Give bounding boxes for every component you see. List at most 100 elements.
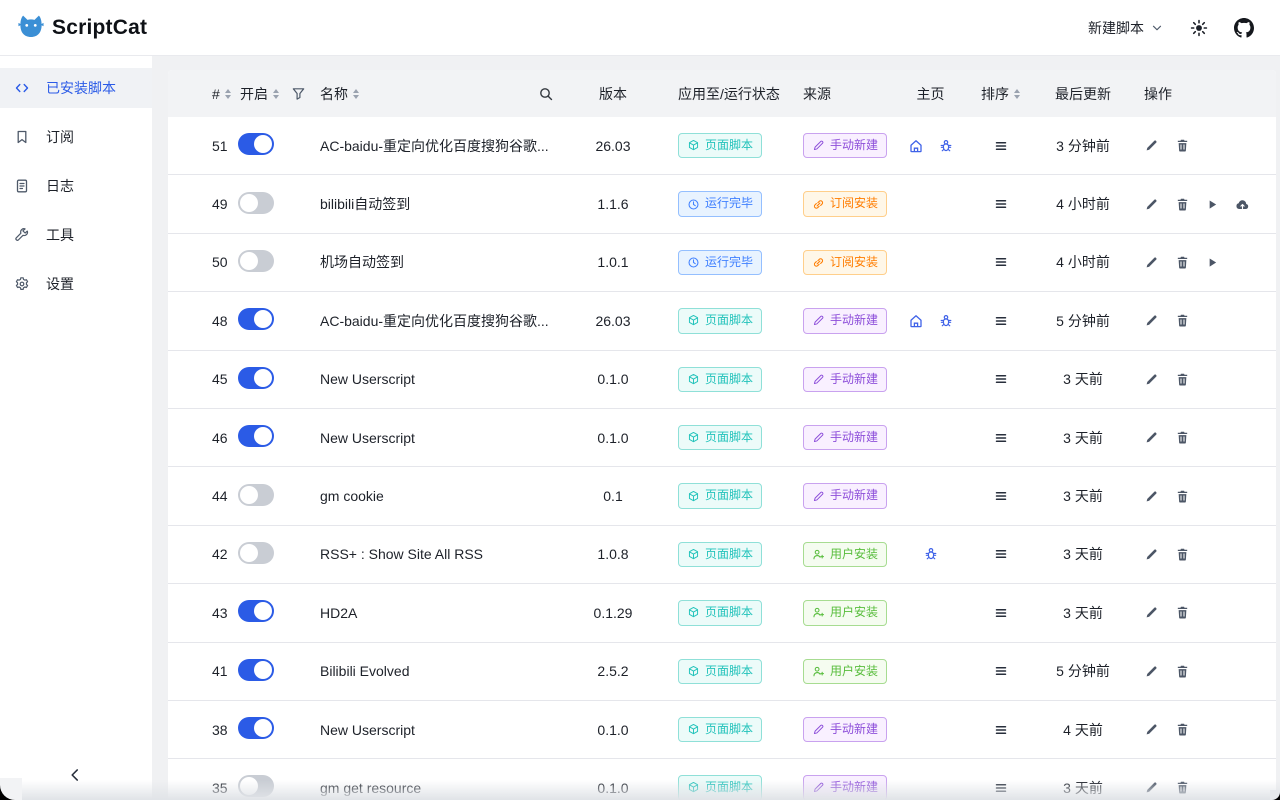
table-header-row: # 开启 名称 版本 应用至/运行状态 来源 主页 排序 最后更新 操作 <box>168 70 1276 117</box>
bug-icon[interactable] <box>938 138 954 154</box>
delete-icon[interactable] <box>1175 430 1190 445</box>
column-header-sort[interactable]: 排序 <box>963 84 1038 104</box>
pencil-icon <box>812 373 825 386</box>
script-name[interactable]: gm cookie <box>320 488 568 504</box>
edit-icon[interactable] <box>1144 313 1159 328</box>
cloud-upload-icon[interactable] <box>1235 197 1250 212</box>
drag-handle-icon[interactable] <box>993 722 1009 738</box>
row-actions <box>1128 722 1276 737</box>
enable-toggle[interactable] <box>238 717 274 739</box>
enable-toggle[interactable] <box>238 308 274 330</box>
delete-icon[interactable] <box>1175 605 1190 620</box>
table-row: 45 New Userscript 0.1.0 页面脚本 手动新建 3 天前 <box>168 351 1276 409</box>
drag-handle-icon[interactable] <box>993 254 1009 270</box>
sidebar-item-subscriptions[interactable]: 订阅 <box>0 117 152 157</box>
drag-handle-icon[interactable] <box>993 546 1009 562</box>
edit-icon[interactable] <box>1144 780 1159 795</box>
drag-handle-icon[interactable] <box>993 371 1009 387</box>
bug-icon[interactable] <box>923 546 939 562</box>
delete-icon[interactable] <box>1175 664 1190 679</box>
sort-carets-icon[interactable] <box>225 89 231 99</box>
drag-handle-icon[interactable] <box>993 430 1009 446</box>
script-version: 26.03 <box>568 138 658 154</box>
delete-icon[interactable] <box>1175 547 1190 562</box>
script-name[interactable]: New Userscript <box>320 371 568 387</box>
edit-icon[interactable] <box>1144 722 1159 737</box>
play-icon[interactable] <box>1206 198 1219 211</box>
app-brand[interactable]: ScriptCat <box>14 11 147 45</box>
script-name[interactable]: Bilibili Evolved <box>320 663 568 679</box>
script-name[interactable]: AC-baidu-重定向优化百度搜狗谷歌... <box>320 136 568 156</box>
edit-icon[interactable] <box>1144 664 1159 679</box>
drag-handle-icon[interactable] <box>993 780 1009 796</box>
enable-toggle[interactable] <box>238 600 274 622</box>
script-name[interactable]: HD2A <box>320 605 568 621</box>
delete-icon[interactable] <box>1175 255 1190 270</box>
home-icon[interactable] <box>908 313 924 329</box>
search-icon[interactable] <box>538 86 554 102</box>
edit-icon[interactable] <box>1144 138 1159 153</box>
delete-icon[interactable] <box>1175 722 1190 737</box>
scripts-table-card: # 开启 名称 版本 应用至/运行状态 来源 主页 排序 最后更新 操作 <box>168 70 1276 800</box>
play-icon[interactable] <box>1206 256 1219 269</box>
column-header-index[interactable]: # <box>168 86 236 102</box>
script-name[interactable]: gm get resource <box>320 780 568 796</box>
edit-icon[interactable] <box>1144 430 1159 445</box>
column-header-enabled[interactable]: 开启 <box>236 84 320 104</box>
github-link[interactable] <box>1234 18 1254 38</box>
script-name[interactable]: 机场自动签到 <box>320 252 568 272</box>
enable-toggle[interactable] <box>238 775 274 797</box>
column-header-name[interactable]: 名称 <box>320 84 568 104</box>
enable-toggle[interactable] <box>238 192 274 214</box>
drag-handle-icon[interactable] <box>993 138 1009 154</box>
sidebar-item-tools[interactable]: 工具 <box>0 215 152 255</box>
delete-icon[interactable] <box>1175 372 1190 387</box>
edit-icon[interactable] <box>1144 489 1159 504</box>
new-script-dropdown[interactable]: 新建脚本 <box>1088 18 1164 38</box>
drag-handle-icon[interactable] <box>993 488 1009 504</box>
enable-toggle[interactable] <box>238 133 274 155</box>
sidebar-item-logs[interactable]: 日志 <box>0 166 152 206</box>
sidebar-item-installed-scripts[interactable]: 已安装脚本 <box>0 68 152 108</box>
script-name[interactable]: RSS+ : Show Site All RSS <box>320 546 568 562</box>
drag-handle-icon[interactable] <box>993 663 1009 679</box>
delete-icon[interactable] <box>1175 780 1190 795</box>
drag-handle-icon[interactable] <box>993 605 1009 621</box>
enable-toggle[interactable] <box>238 542 274 564</box>
status-badge: 运行完毕 <box>678 250 762 275</box>
enable-toggle[interactable] <box>238 367 274 389</box>
enable-toggle[interactable] <box>238 250 274 272</box>
drag-handle-icon[interactable] <box>993 313 1009 329</box>
bug-icon[interactable] <box>938 313 954 329</box>
column-header-homepage: 主页 <box>898 84 963 104</box>
filter-icon[interactable] <box>291 86 306 101</box>
script-version: 1.1.6 <box>568 196 658 212</box>
script-name[interactable]: New Userscript <box>320 722 568 738</box>
sidebar-collapse-button[interactable] <box>66 766 84 784</box>
sort-carets-icon[interactable] <box>1014 89 1020 99</box>
delete-icon[interactable] <box>1175 197 1190 212</box>
delete-icon[interactable] <box>1175 313 1190 328</box>
edit-icon[interactable] <box>1144 372 1159 387</box>
home-icon[interactable] <box>908 138 924 154</box>
enable-toggle[interactable] <box>238 425 274 447</box>
sidebar-item-settings[interactable]: 设置 <box>0 264 152 304</box>
delete-icon[interactable] <box>1175 138 1190 153</box>
enable-toggle[interactable] <box>238 484 274 506</box>
sort-carets-icon[interactable] <box>273 89 279 99</box>
drag-handle-icon[interactable] <box>993 196 1009 212</box>
user-plus-icon <box>812 665 825 678</box>
edit-icon[interactable] <box>1144 255 1159 270</box>
enable-toggle[interactable] <box>238 659 274 681</box>
edit-icon[interactable] <box>1144 547 1159 562</box>
sort-carets-icon[interactable] <box>353 89 359 99</box>
theme-toggle-button[interactable] <box>1190 19 1208 37</box>
edit-icon[interactable] <box>1144 197 1159 212</box>
delete-icon[interactable] <box>1175 489 1190 504</box>
clock-icon <box>687 256 700 269</box>
cube-icon <box>687 665 700 678</box>
script-name[interactable]: bilibili自动签到 <box>320 194 568 214</box>
script-name[interactable]: AC-baidu-重定向优化百度搜狗谷歌... <box>320 311 568 331</box>
script-name[interactable]: New Userscript <box>320 430 568 446</box>
edit-icon[interactable] <box>1144 605 1159 620</box>
